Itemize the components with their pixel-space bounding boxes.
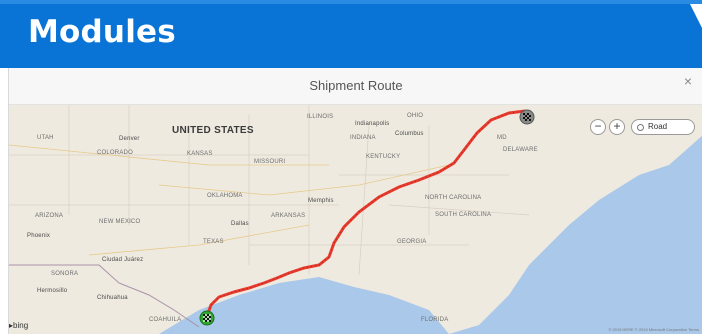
map-label-sonora: SONORA [51,271,79,277]
map-label-memphis: Memphis [308,198,334,204]
map-label-florida: FLORIDA [421,317,449,323]
map-label-coahuila: COAHUILA [149,317,182,323]
map-copyright: © 2015 HERE © 2015 Microsoft Corporation… [608,327,699,332]
map-style-selector[interactable]: Road [631,119,695,135]
map-label-colorado: COLORADO [97,150,133,156]
modules-banner: Modules [0,0,702,68]
map-label-ohio: OHIO [407,113,424,119]
map-label-dallas: Dallas [231,221,249,227]
map-label-kentucky: KENTUCKY [366,154,401,160]
map-label-md: MD [497,135,507,141]
dialog-title: Shipment Route [309,78,403,93]
close-button[interactable]: × [679,72,697,90]
map-label-oklahoma: OKLAHOMA [207,193,243,199]
map-label-south-carolina: SOUTH CAROLINA [435,212,492,218]
map-label-kansas: KANSAS [187,151,213,157]
end-marker[interactable] [519,109,535,125]
map-label-chihuahua: Chihuahua [97,295,128,301]
map-label-illinois: ILLINOIS [307,114,334,120]
banner-highlight [0,0,702,4]
map-label-utah: UTAH [37,135,54,141]
map-label-indianapolis: Indianapolis [355,121,390,127]
map-label-missouri: MISSOURI [254,159,286,165]
map-label-columbus: Columbus [395,131,424,137]
map-label-georgia: GEORGIA [397,239,427,245]
map-label-denver: Denver [119,136,140,142]
map-label-indiana: INDIANA [350,135,376,141]
map-label-texas: TEXAS [203,239,224,245]
map-label-phoenix: Phoenix [27,233,51,239]
zoom-in-button[interactable]: + [609,119,625,135]
start-marker[interactable] [199,310,215,326]
map-label-new-mexico: NEW MEXICO [99,219,141,225]
map-label-hermosillo: Hermosillo [37,288,68,294]
map-label-delaware: DELAWARE [503,147,538,153]
route-map[interactable]: UNITED STATES UTAH Denver COLORADO KANSA… [9,105,702,334]
dialog-header: Shipment Route × [9,68,702,105]
map-label-north-carolina: NORTH CAROLINA [425,195,482,201]
page-title: Modules [28,14,176,50]
provider-label: bing [13,321,29,330]
map-label-ciudad-juarez: Ciudad Juárez [102,257,144,263]
bing-logo: ▸bing [9,321,29,330]
map-label-country: UNITED STATES [172,125,254,136]
shipment-route-dialog: Shipment Route × UNITED STATES UTAH Denv… [8,68,702,334]
zoom-out-button[interactable]: − [590,119,606,135]
map-label-arkansas: ARKANSAS [271,213,306,219]
map-label-arizona: ARIZONA [35,213,64,219]
